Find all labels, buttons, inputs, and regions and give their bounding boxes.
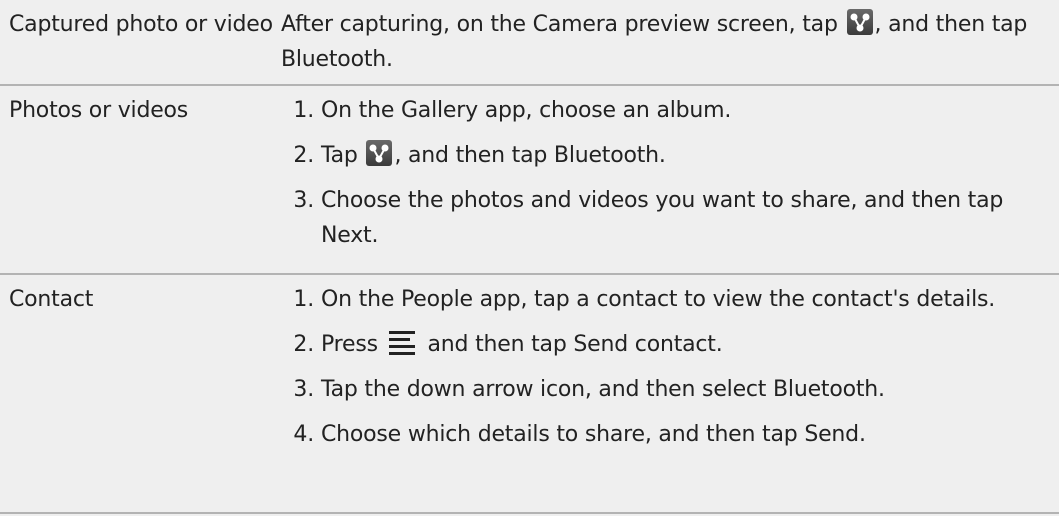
step-text: Choose the photos and videos you want to… <box>321 183 1041 253</box>
text-post: and then tap <box>420 332 574 357</box>
highlight-text: Send <box>804 422 859 447</box>
punct: . <box>658 143 666 168</box>
highlight-text: Next <box>321 223 372 248</box>
step-text: Press and then tap Send contact. <box>321 327 1041 362</box>
step-text: Tap the down arrow icon, and then select… <box>321 372 1041 407</box>
step-item: 2. Press and then tap Send contact. <box>281 327 1059 362</box>
share-icon <box>846 9 873 35</box>
text-pre: Tap <box>321 143 365 168</box>
step-number: 1. <box>293 287 314 312</box>
instruction-text: After capturing, on the Camera preview s… <box>281 12 845 37</box>
row-label: Contact <box>9 287 94 312</box>
step-item: 3. Choose the photos and videos you want… <box>281 183 1059 253</box>
step-number: 3. <box>293 377 314 402</box>
row-content: 1. On the Gallery app, choose an album. … <box>281 86 1059 273</box>
punct: . <box>715 332 723 357</box>
text-pre: Press <box>321 332 385 357</box>
punct: . <box>386 47 393 72</box>
share-icon <box>366 140 393 166</box>
step-item: 2. Tap , and then tap Bluetooth. <box>281 138 1059 173</box>
step-item: 1. On the Gallery app, choose an album. <box>281 93 1059 128</box>
text: Choose the photos and videos you want to… <box>321 188 1004 213</box>
step-number: 2. <box>293 332 314 357</box>
step-text: Tap , and then tap Bluetooth. <box>321 138 1041 173</box>
step-number: 4. <box>293 422 314 447</box>
instruction-text: , and then tap <box>874 12 1028 37</box>
highlight-text: Bluetooth <box>281 47 386 72</box>
menu-icon <box>388 331 415 355</box>
punct: . <box>371 223 379 248</box>
step-number: 3. <box>293 188 314 213</box>
punct: . <box>878 377 885 402</box>
highlight-text: Bluetooth <box>553 143 659 168</box>
share-methods-table: Captured photo or video After capturing,… <box>0 0 1059 516</box>
step-text: On the People app, tap a contact to view… <box>321 287 996 312</box>
text: Tap the down arrow icon, and then select <box>321 377 774 402</box>
table-row-captured: Captured photo or video After capturing,… <box>0 0 1059 86</box>
table-row-photos: Photos or videos 1. On the Gallery app, … <box>0 86 1059 275</box>
row-content: 1. On the People app, tap a contact to v… <box>281 275 1059 512</box>
row-label: Photos or videos <box>9 98 189 123</box>
step-item: 3. Tap the down arrow icon, and then sel… <box>281 372 1059 407</box>
row-label: Captured photo or video <box>9 12 273 37</box>
step-text: On the Gallery app, choose an album. <box>321 98 732 123</box>
step-number: 1. <box>293 98 314 123</box>
step-item: 4. Choose which details to share, and th… <box>281 417 1059 452</box>
step-number: 2. <box>293 143 314 168</box>
text: Choose which details to share, and then … <box>321 422 805 447</box>
row-content: After capturing, on the Camera preview s… <box>281 0 1059 84</box>
highlight-text: Send contact <box>573 332 716 357</box>
punct: . <box>858 422 866 447</box>
highlight-text: Bluetooth <box>773 377 879 402</box>
text-post: , and then tap <box>394 143 554 168</box>
table-row-contact: Contact 1. On the People app, tap a cont… <box>0 275 1059 514</box>
step-text: Choose which details to share, and then … <box>321 417 1041 452</box>
step-item: 1. On the People app, tap a contact to v… <box>281 282 1059 317</box>
